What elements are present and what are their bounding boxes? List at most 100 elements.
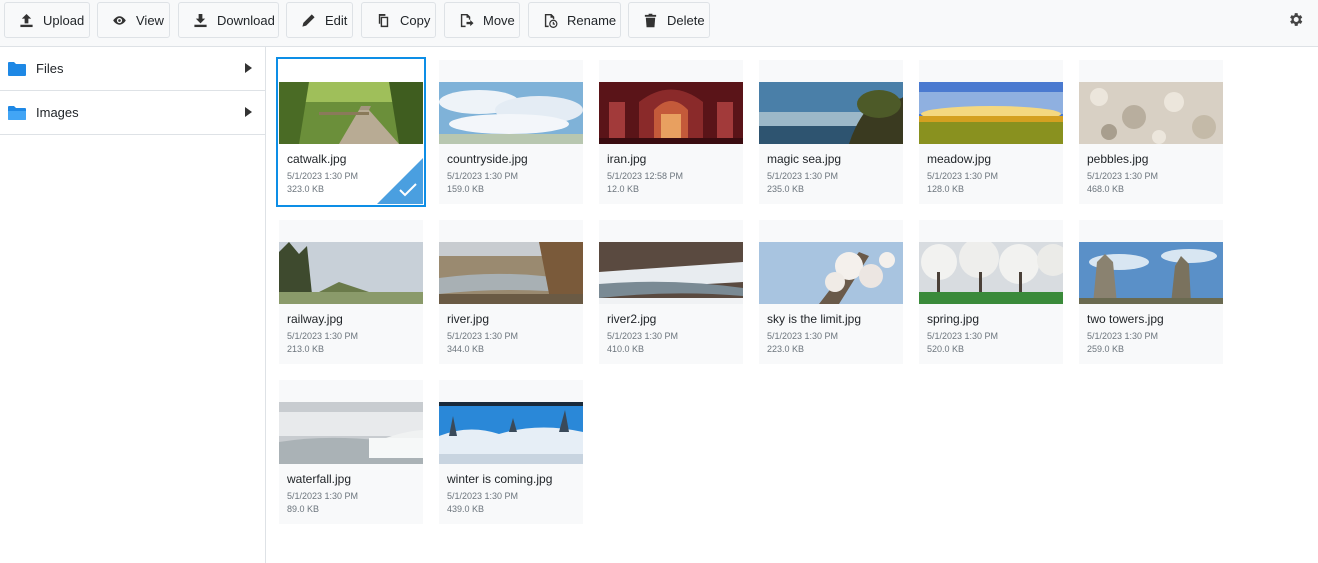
file-card[interactable]: magic sea.jpg 5/1/2023 1:30 PM 235.0 KB: [759, 60, 903, 204]
file-size: 213.0 KB: [287, 344, 325, 354]
file-date: 5/1/2023 1:30 PM: [1087, 331, 1159, 341]
copy-label: Copy: [400, 12, 431, 28]
file-card[interactable]: meadow.jpg 5/1/2023 1:30 PM 128.0 KB: [919, 60, 1063, 204]
upload-label: Upload: [43, 12, 85, 28]
toolbar: Upload View Download Edit Copy Move Rena…: [0, 0, 1318, 47]
file-name: winter is coming.jpg: [447, 472, 553, 486]
file-date: 5/1/2023 1:30 PM: [927, 171, 999, 181]
upload-icon: [19, 12, 34, 28]
file-card[interactable]: countryside.jpg 5/1/2023 1:30 PM 159.0 K…: [439, 60, 583, 204]
checkmark-icon: [399, 183, 417, 197]
file-card[interactable]: sky is the limit.jpg 5/1/2023 1:30 PM 22…: [759, 220, 903, 364]
file-size: 410.0 KB: [607, 344, 645, 354]
image-thumbnail: [439, 242, 583, 304]
edit-button[interactable]: Edit: [286, 2, 353, 38]
gear-icon[interactable]: [1287, 11, 1305, 29]
file-size: 468.0 KB: [1087, 184, 1125, 194]
image-thumbnail: [1079, 82, 1223, 144]
file-size: 323.0 KB: [287, 184, 325, 194]
download-label: Download: [217, 12, 275, 28]
file-size: 235.0 KB: [767, 184, 805, 194]
image-thumbnail: [279, 402, 423, 464]
file-size: 128.0 KB: [927, 184, 965, 194]
rename-button[interactable]: Rename: [528, 2, 621, 38]
file-size: 89.0 KB: [287, 504, 320, 514]
folder-icon: [8, 105, 26, 120]
file-date: 5/1/2023 1:30 PM: [447, 171, 519, 181]
file-card[interactable]: pebbles.jpg 5/1/2023 1:30 PM 468.0 KB: [1079, 60, 1223, 204]
file-date: 5/1/2023 1:30 PM: [607, 331, 679, 341]
expand-arrow-icon[interactable]: [245, 107, 252, 117]
image-thumbnail: [439, 402, 583, 464]
move-label: Move: [483, 12, 515, 28]
delete-button[interactable]: Delete: [628, 2, 710, 38]
file-size: 12.0 KB: [607, 184, 640, 194]
delete-label: Delete: [667, 12, 705, 28]
image-thumbnail: [1079, 242, 1223, 304]
file-name: railway.jpg: [287, 312, 343, 326]
file-name: sky is the limit.jpg: [767, 312, 862, 326]
download-button[interactable]: Download: [178, 2, 279, 38]
file-name: magic sea.jpg: [767, 152, 842, 166]
file-card[interactable]: waterfall.jpg 5/1/2023 1:30 PM 89.0 KB: [279, 380, 423, 524]
file-size: 344.0 KB: [447, 344, 485, 354]
image-thumbnail: [279, 82, 423, 144]
file-name: spring.jpg: [927, 312, 980, 326]
file-name: meadow.jpg: [927, 152, 992, 166]
sidebar-item-label: Files: [36, 61, 64, 76]
file-name: catwalk.jpg: [287, 152, 347, 166]
file-date: 5/1/2023 1:30 PM: [447, 331, 519, 341]
file-name: iran.jpg: [607, 152, 647, 166]
move-button[interactable]: Move: [444, 2, 520, 38]
image-thumbnail: [439, 82, 583, 144]
file-size: 259.0 KB: [1087, 344, 1125, 354]
file-name: two towers.jpg: [1087, 312, 1164, 326]
file-date: 5/1/2023 1:30 PM: [767, 171, 839, 181]
image-thumbnail: [759, 242, 903, 304]
copy-button[interactable]: Copy: [361, 2, 436, 38]
file-card[interactable]: iran.jpg 5/1/2023 12:58 PM 12.0 KB: [599, 60, 743, 204]
file-size: 439.0 KB: [447, 504, 485, 514]
folder-tree: Files Images: [0, 47, 266, 563]
file-date: 5/1/2023 1:30 PM: [927, 331, 999, 341]
file-size: 223.0 KB: [767, 344, 805, 354]
eye-icon: [112, 12, 127, 28]
image-thumbnail: [599, 82, 743, 144]
file-date: 5/1/2023 1:30 PM: [287, 331, 359, 341]
file-size: 159.0 KB: [447, 184, 485, 194]
file-card[interactable]: spring.jpg 5/1/2023 1:30 PM 520.0 KB: [919, 220, 1063, 364]
file-date: 5/1/2023 12:58 PM: [607, 171, 684, 181]
file-name: waterfall.jpg: [287, 472, 352, 486]
file-card[interactable]: catwalk.jpg 5/1/2023 1:30 PM 323.0 KB: [276, 57, 426, 207]
image-thumbnail: [599, 242, 743, 304]
expand-arrow-icon[interactable]: [245, 63, 252, 73]
rename-label: Rename: [567, 12, 617, 28]
image-thumbnail: [759, 82, 903, 144]
download-icon: [193, 12, 208, 28]
move-icon: [459, 12, 474, 28]
sidebar-item-images[interactable]: Images: [0, 91, 265, 135]
file-name: pebbles.jpg: [1087, 152, 1149, 166]
image-thumbnail: [919, 242, 1063, 304]
file-name: river.jpg: [447, 312, 490, 326]
file-card[interactable]: railway.jpg 5/1/2023 1:30 PM 213.0 KB: [279, 220, 423, 364]
view-button[interactable]: View: [97, 2, 170, 38]
view-label: View: [136, 12, 164, 28]
file-card[interactable]: river.jpg 5/1/2023 1:30 PM 344.0 KB: [439, 220, 583, 364]
file-card[interactable]: two towers.jpg 5/1/2023 1:30 PM 259.0 KB: [1079, 220, 1223, 364]
file-name: river2.jpg: [607, 312, 657, 326]
file-date: 5/1/2023 1:30 PM: [447, 491, 519, 501]
edit-label: Edit: [325, 12, 348, 28]
file-name: countryside.jpg: [447, 152, 528, 166]
copy-icon: [376, 12, 391, 28]
trash-icon: [643, 12, 658, 28]
file-card[interactable]: river2.jpg 5/1/2023 1:30 PM 410.0 KB: [599, 220, 743, 364]
image-thumbnail: [279, 242, 423, 304]
upload-button[interactable]: Upload: [4, 2, 90, 38]
file-date: 5/1/2023 1:30 PM: [767, 331, 839, 341]
file-size: 520.0 KB: [927, 344, 965, 354]
file-card[interactable]: winter is coming.jpg 5/1/2023 1:30 PM 43…: [439, 380, 583, 524]
file-date: 5/1/2023 1:30 PM: [287, 171, 359, 181]
sidebar-item-files[interactable]: Files: [0, 47, 265, 91]
rename-icon: [543, 12, 558, 28]
